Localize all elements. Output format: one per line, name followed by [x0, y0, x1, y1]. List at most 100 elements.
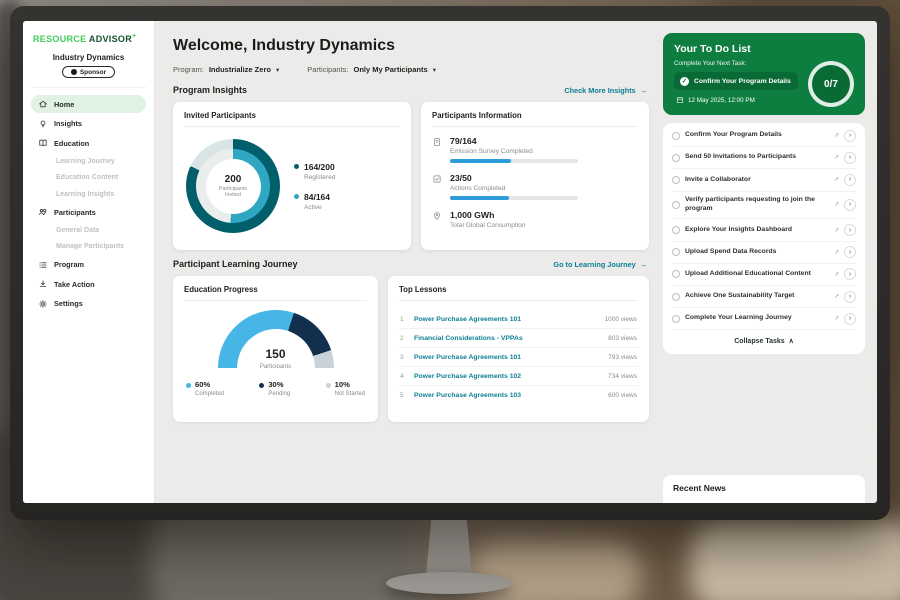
participants-information-card: Participants Information 79/164 Emission…	[421, 102, 649, 250]
link-label: Go to Learning Journey	[553, 260, 635, 269]
task-row[interactable]: Explore Your Insights Dashboard ↗ ›	[672, 219, 856, 241]
recent-news-label: Recent News	[673, 483, 726, 493]
sidebar-item-program[interactable]: Program	[31, 256, 146, 274]
sidebar-item-settings[interactable]: Settings	[31, 295, 146, 313]
todo-summary-card: Your To Do List Complete Your Next Task:…	[663, 33, 865, 115]
lesson-link[interactable]: Financial Considerations - VPPAs	[414, 335, 600, 342]
program-value: Industrialize Zero	[209, 65, 271, 74]
background-scene: RESOURCE ADVISOR+ Industry Dynamics Spon…	[0, 0, 900, 600]
desk-highlight	[690, 520, 900, 600]
external-link-icon: ↗	[834, 271, 839, 278]
legend-item: 84/164 Active	[294, 192, 335, 211]
task-label: Upload Additional Educational Content	[685, 270, 829, 279]
sidebar-item-general-data[interactable]: General Data	[31, 223, 146, 238]
program-label: Program:	[173, 65, 204, 74]
lesson-views: 1000 views	[604, 316, 637, 323]
sidebar-item-take-action[interactable]: Take Action	[31, 275, 146, 293]
lesson-row: 3 Power Purchase Agreements 101 793 view…	[399, 348, 638, 367]
task-checkbox[interactable]	[672, 293, 680, 301]
task-checkbox[interactable]	[672, 154, 680, 162]
monitor-stand-base	[386, 572, 512, 594]
lesson-rank: 1	[400, 316, 406, 323]
chevron-right-icon[interactable]: ›	[844, 130, 856, 142]
legend-item: 30% Pending	[259, 380, 290, 397]
recent-news-header[interactable]: Recent News	[663, 475, 865, 503]
lesson-rank: 4	[400, 373, 406, 380]
chevron-right-icon[interactable]: ›	[844, 291, 856, 303]
task-row[interactable]: Achieve One Sustainability Target ↗ ›	[672, 286, 856, 308]
task-row[interactable]: Complete Your Learning Journey ↗ ›	[672, 308, 856, 330]
sidebar-item-insights[interactable]: Insights	[31, 115, 146, 133]
monitor-frame: RESOURCE ADVISOR+ Industry Dynamics Spon…	[10, 6, 890, 520]
lesson-views: 793 views	[608, 354, 637, 361]
participants-value: Only My Participants	[354, 65, 428, 74]
go-to-learning-journey-link[interactable]: Go to Learning Journey →	[553, 260, 647, 269]
task-checkbox[interactable]	[672, 270, 680, 278]
task-row[interactable]: Confirm Your Program Details ↗ ›	[672, 125, 856, 147]
task-row[interactable]: Verify participants requesting to join t…	[672, 192, 856, 220]
logo-resource: RESOURCE	[33, 34, 86, 44]
next-task-row[interactable]: ✓ Confirm Your Program Details	[674, 72, 798, 90]
org-block: Industry Dynamics Sponsor	[31, 53, 146, 88]
learning-journey-header: Participant Learning Journey Go to Learn…	[173, 259, 647, 269]
card-title: Top Lessons	[399, 285, 638, 301]
lesson-link[interactable]: Power Purchase Agreements 103	[414, 392, 600, 399]
todo-tasks-card: Confirm Your Program Details ↗ › Send 50…	[663, 123, 865, 354]
external-link-icon: ↗	[834, 227, 839, 234]
task-checkbox[interactable]	[672, 132, 680, 140]
task-checkbox[interactable]	[672, 176, 680, 184]
donut-center-label: Participants Invited	[212, 186, 254, 198]
participants-dropdown[interactable]: Participants: Only My Participants ▾	[307, 65, 436, 74]
filters-row: Program: Industrialize Zero ▾ Participan…	[173, 65, 649, 74]
lesson-rank: 2	[400, 335, 406, 342]
calendar-icon	[676, 96, 684, 104]
chevron-right-icon[interactable]: ›	[844, 174, 856, 186]
collapse-tasks-button[interactable]: Collapse Tasks ∧	[672, 330, 856, 351]
chevron-right-icon[interactable]: ›	[844, 152, 856, 164]
lesson-row: 5 Power Purchase Agreements 103 600 view…	[399, 386, 638, 404]
dashboard-screen: RESOURCE ADVISOR+ Industry Dynamics Spon…	[23, 21, 877, 503]
stat-value: 23/50	[450, 173, 472, 183]
home-icon	[38, 99, 48, 109]
invited-donut-chart: 200 Participants Invited	[186, 139, 280, 233]
task-checkbox[interactable]	[672, 201, 680, 209]
chevron-right-icon[interactable]: ›	[844, 224, 856, 236]
task-row[interactable]: Invite a Collaborator ↗ ›	[672, 169, 856, 191]
program-dropdown[interactable]: Program: Industrialize Zero ▾	[173, 65, 279, 74]
todo-progress-value: 0/7	[824, 79, 838, 90]
task-label: Achieve One Sustainability Target	[685, 292, 829, 301]
check-more-insights-link[interactable]: Check More Insights →	[564, 86, 647, 95]
app-logo: RESOURCE ADVISOR+	[31, 31, 146, 53]
sidebar-item-label: Learning Journey	[56, 158, 115, 165]
task-row[interactable]: Upload Spend Data Records ↗ ›	[672, 242, 856, 264]
lesson-row: 1 Power Purchase Agreements 101 1000 vie…	[399, 310, 638, 329]
chevron-right-icon[interactable]: ›	[844, 199, 856, 211]
task-checkbox[interactable]	[672, 315, 680, 323]
task-label: Explore Your Insights Dashboard	[685, 226, 829, 235]
lesson-link[interactable]: Power Purchase Agreements 101	[414, 316, 596, 323]
chevron-right-icon[interactable]: ›	[844, 246, 856, 258]
lesson-link[interactable]: Power Purchase Agreements 101	[414, 354, 600, 361]
lesson-views: 734 views	[608, 373, 637, 380]
sidebar-item-education[interactable]: Education	[31, 134, 146, 152]
lesson-row: 2 Financial Considerations - VPPAs 803 v…	[399, 329, 638, 348]
progress-bar	[450, 159, 578, 163]
task-row[interactable]: Upload Additional Educational Content ↗ …	[672, 264, 856, 286]
main-content: Welcome, Industry Dynamics Program: Indu…	[155, 21, 661, 503]
sidebar-item-home[interactable]: Home	[31, 95, 146, 113]
sidebar-item-learning-insights[interactable]: Learning Insights	[31, 187, 146, 202]
sidebar-item-manage-participants[interactable]: Manage Participants	[31, 239, 146, 254]
sidebar-item-learning-journey[interactable]: Learning Journey	[31, 154, 146, 169]
task-checkbox[interactable]	[672, 226, 680, 234]
stat-value: 1,000 GWh	[450, 210, 494, 220]
chevron-right-icon[interactable]: ›	[844, 313, 856, 325]
task-checkbox[interactable]	[672, 248, 680, 256]
lesson-link[interactable]: Power Purchase Agreements 102	[414, 373, 600, 380]
next-task-date: 12 May 2025, 12:00 PM	[674, 96, 798, 104]
legend-value: 10%	[335, 380, 350, 389]
sidebar-item-education-content[interactable]: Education Content	[31, 170, 146, 185]
check-icon: ✓	[680, 77, 689, 86]
task-row[interactable]: Send 50 Invitations to Participants ↗ ›	[672, 147, 856, 169]
sidebar-item-participants[interactable]: Participants	[31, 203, 146, 221]
chevron-right-icon[interactable]: ›	[844, 268, 856, 280]
